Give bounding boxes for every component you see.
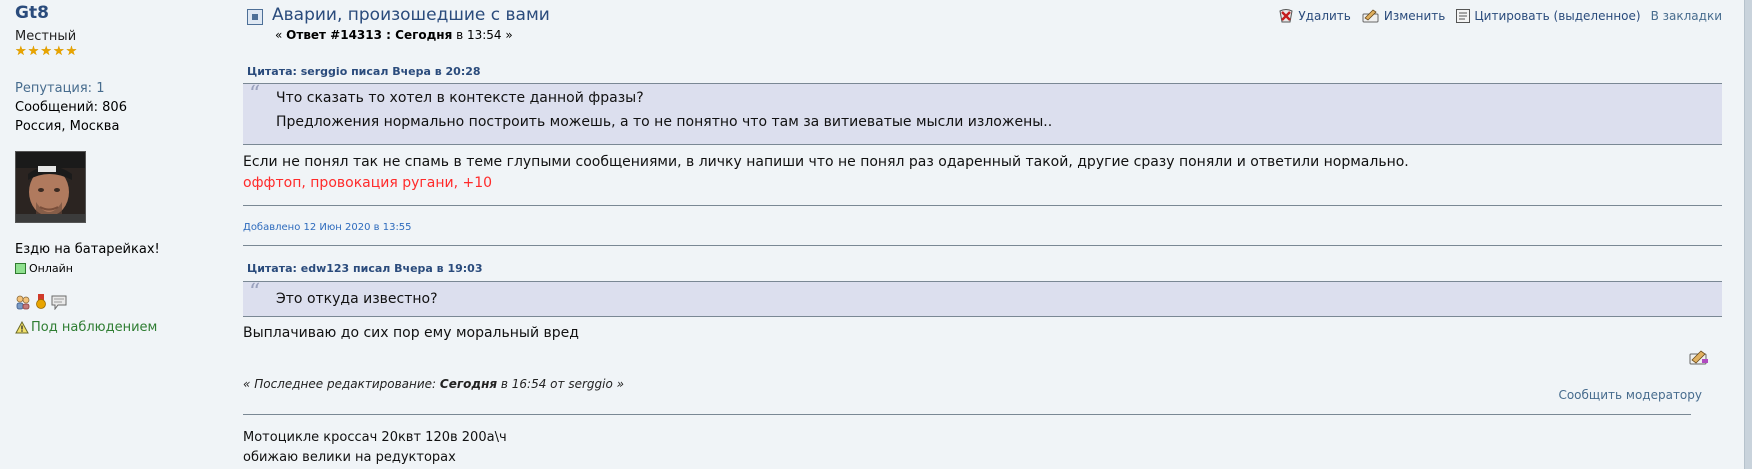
quote-text: Предложения нормально построить можешь, … (276, 114, 1053, 130)
online-label: Онлайн (29, 262, 73, 275)
edit-label: Изменить (1383, 9, 1446, 23)
watch-status: Под наблюдением (15, 320, 157, 335)
reply-number[interactable]: Ответ #14313 : Сегодня (286, 28, 452, 42)
signature-line: Мотоцикле кроссач 20квт 120в 200а\ч (243, 430, 507, 445)
scrollbar-edge (1744, 0, 1752, 469)
signature-divider (243, 414, 1691, 415)
quote-button[interactable]: Цитировать (выделенное) (1455, 8, 1641, 24)
star-icon: ★ (40, 44, 52, 59)
profile-icons (15, 294, 67, 310)
poster-post-count: Сообщений: 806 (15, 100, 127, 115)
poster-name[interactable]: Gt8 (15, 3, 49, 23)
edited-suffix: в 16:54 от serggio » (497, 377, 625, 391)
post-text: Если не понял так не спамь в теме глупым… (243, 154, 1409, 170)
reply-prefix: « (275, 28, 287, 42)
edit-button[interactable]: Изменить (1361, 8, 1446, 24)
quote-header[interactable]: Цитата: edw123 писал Вчера в 19:03 (247, 262, 483, 275)
award-icon[interactable] (34, 294, 48, 310)
post-actions: Удалить Изменить Цитировать (выделенное)… (1277, 8, 1722, 24)
quote-mark-icon: “ (249, 280, 261, 305)
signature-line: обижаю велики на редукторах (243, 450, 456, 465)
avatar-image (16, 152, 85, 222)
moderator-note: оффтоп, провокация ругани, +10 (243, 175, 493, 191)
poster-reputation: Репутация: 1 (15, 81, 105, 96)
reply-time: в 13:54 » (452, 28, 513, 42)
bookmark-link[interactable]: В закладки (1651, 9, 1722, 23)
star-icon: ★ (27, 44, 40, 59)
watch-label: Под наблюдением (31, 320, 158, 335)
last-edited: « Последнее редактирование: Сегодня в 16… (243, 377, 624, 391)
poster-location: Россия, Москва (15, 119, 120, 134)
warning-icon (15, 321, 29, 334)
quote-mark-icon: “ (249, 82, 261, 107)
quote-header[interactable]: Цитата: serggio писал Вчера в 20:28 (247, 65, 481, 78)
edited-when: Сегодня (439, 377, 498, 391)
added-timestamp: Добавлено 12 Июн 2020 в 13:55 (243, 222, 412, 233)
topic-icon (247, 9, 263, 25)
avatar[interactable] (15, 151, 86, 223)
report-icon[interactable] (1688, 346, 1710, 368)
delete-label: Удалить (1298, 9, 1351, 23)
quote-block: “ Что сказать то хотел в контексте данно… (243, 82, 1722, 145)
star-icon: ★ (65, 44, 78, 59)
post-text: Выплачиваю до сих пор ему моральный вред (243, 325, 579, 341)
rank-stars: ★ ★ ★ ★ ★ (15, 45, 77, 58)
edit-icon (1362, 9, 1379, 23)
quote-text: Что сказать то хотел в контексте данной … (276, 90, 644, 106)
divider (243, 205, 1722, 206)
profile-icon[interactable] (15, 294, 31, 310)
message-icon[interactable] (51, 294, 67, 310)
reply-info: « Ответ #14313 : Сегодня в 13:54 » (275, 28, 513, 42)
online-status: Онлайн (15, 262, 73, 275)
report-to-moderator-link[interactable]: Сообщить модератору (1558, 388, 1702, 402)
quote-label: Цитировать (выделенное) (1474, 9, 1641, 23)
forum-post: Gt8 Местный ★ ★ ★ ★ ★ Репутация: 1 Сообщ… (0, 0, 1752, 469)
delete-icon (1279, 9, 1293, 23)
post-title[interactable]: Аварии, произошедшие с вами (272, 5, 550, 25)
poster-rank: Местный (15, 29, 77, 44)
quote-icon (1456, 9, 1471, 23)
online-icon (15, 263, 26, 274)
quote-text: Это откуда известно? (276, 291, 438, 307)
star-icon: ★ (52, 44, 65, 59)
star-icon: ★ (15, 44, 27, 59)
delete-button[interactable]: Удалить (1277, 8, 1351, 24)
divider (243, 245, 1722, 246)
poster-personal-text: Ездю на батарейках! (15, 242, 160, 257)
edited-prefix: « Последнее редактирование: (243, 377, 440, 391)
quote-block: “ Это откуда известно? (243, 280, 1722, 317)
